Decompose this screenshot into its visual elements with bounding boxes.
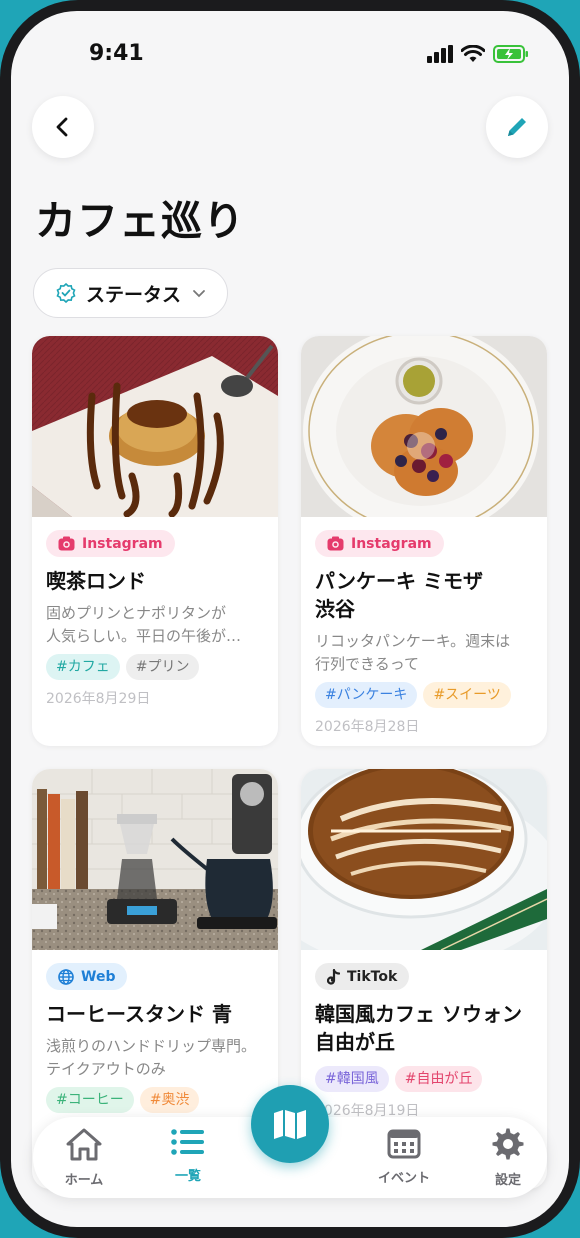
nav-settings[interactable]: 設定 bbox=[468, 1127, 548, 1188]
card-description: 浅煎りのハンドドリップ専門。 テイクアウトのみ bbox=[46, 1035, 264, 1081]
card-title: 韓国風カフェ ソウォン 自由が丘 bbox=[315, 1000, 533, 1056]
tag-chip[interactable]: #韓国風 bbox=[315, 1066, 389, 1092]
card-description-line: 固めプリンとナポリタンが bbox=[46, 604, 227, 622]
source-badge-instagram: Instagram bbox=[46, 530, 175, 557]
nav-list-label: 一覧 bbox=[174, 1169, 201, 1184]
app-screen: 9:41 カフェ巡り ステータス Instagram 喫茶ロンド 固めプリンとナ… bbox=[11, 11, 569, 1227]
chevron-down-icon bbox=[193, 290, 205, 298]
coffee-stand-photo bbox=[32, 769, 278, 950]
source-badge-web: Web bbox=[46, 963, 128, 990]
card-description: リコッタパンケーキ。週末は 行列できるって bbox=[315, 630, 533, 676]
status-time: 9:41 bbox=[89, 41, 144, 66]
page-title: カフェ巡り bbox=[35, 197, 245, 245]
status-filter-label: ステータス bbox=[86, 283, 182, 306]
tag-chip[interactable]: #奥渋 bbox=[139, 1087, 200, 1113]
edit-button[interactable] bbox=[486, 96, 548, 158]
card-title: コーヒースタンド 青 bbox=[46, 1002, 232, 1026]
source-label: Instagram bbox=[351, 535, 432, 552]
nav-home-label: ホーム bbox=[64, 1173, 104, 1188]
nav-home[interactable]: ホーム bbox=[44, 1127, 124, 1188]
card-title-line: パンケーキ ミモザ bbox=[315, 569, 483, 593]
card-title-line: 韓国風カフェ ソウォン bbox=[315, 1002, 522, 1026]
nav-list[interactable]: 一覧 bbox=[148, 1127, 228, 1184]
place-card[interactable]: Instagram 喫茶ロンド 固めプリンとナポリタンが 人気らしい。平日の午後… bbox=[32, 336, 278, 746]
source-badge-instagram: Instagram bbox=[315, 530, 444, 557]
list-icon bbox=[171, 1129, 204, 1155]
map-icon bbox=[274, 1110, 306, 1139]
card-title-line: 自由が丘 bbox=[315, 1030, 395, 1054]
tag-chip[interactable]: #カフェ bbox=[46, 654, 120, 680]
home-icon bbox=[66, 1128, 102, 1161]
tiktok-note-icon bbox=[327, 968, 340, 985]
tag-list: #パンケーキ #スイーツ bbox=[315, 682, 533, 708]
card-title-line: 渋谷 bbox=[315, 597, 355, 621]
card-description: 固めプリンとナポリタンが 人気らしい。平日の午後が… bbox=[46, 602, 264, 648]
tag-list: #カフェ #プリン bbox=[46, 654, 264, 680]
tag-chip[interactable]: #自由が丘 bbox=[394, 1066, 483, 1092]
place-card[interactable]: Instagram パンケーキ ミモザ 渋谷 リコッタパンケーキ。週末は 行列で… bbox=[301, 336, 547, 746]
globe-icon bbox=[58, 968, 74, 985]
cappuccino-photo bbox=[301, 769, 547, 950]
tag-chip[interactable]: #コーヒー bbox=[46, 1087, 134, 1113]
tag-list: #コーヒー #奥渋 bbox=[46, 1087, 264, 1113]
status-icons bbox=[427, 45, 529, 63]
chevron-left-icon bbox=[56, 117, 68, 137]
source-label: Web bbox=[81, 968, 116, 985]
tag-chip[interactable]: #パンケーキ bbox=[315, 682, 418, 708]
pencil-icon bbox=[508, 118, 526, 136]
tag-list: #韓国風 #自由が丘 bbox=[315, 1066, 533, 1092]
card-description-line: 浅煎りのハンドドリップ専門。 bbox=[46, 1037, 257, 1055]
wifi-icon bbox=[461, 45, 485, 62]
tag-chip[interactable]: #スイーツ bbox=[423, 682, 511, 708]
card-title: パンケーキ ミモザ 渋谷 bbox=[315, 567, 533, 623]
pancake-photo bbox=[301, 336, 547, 517]
card-description-line: リコッタパンケーキ。週末は bbox=[315, 632, 511, 650]
card-date: 2026年8月28日 bbox=[315, 719, 420, 735]
tag-chip[interactable]: #プリン bbox=[125, 654, 200, 680]
gear-icon bbox=[492, 1128, 524, 1160]
camera-icon bbox=[327, 536, 344, 551]
source-badge-tiktok: TikTok bbox=[315, 963, 410, 990]
calendar-icon bbox=[387, 1129, 421, 1159]
map-fab-button[interactable] bbox=[251, 1085, 329, 1163]
back-button[interactable] bbox=[32, 96, 94, 158]
verified-badge-icon bbox=[56, 283, 76, 303]
pudding-photo bbox=[32, 336, 278, 517]
card-date: 2026年8月29日 bbox=[46, 691, 151, 707]
status-filter-dropdown[interactable]: ステータス bbox=[33, 268, 228, 318]
card-description-line: 行列できるって bbox=[315, 655, 419, 673]
nav-event-label: イベント bbox=[377, 1171, 430, 1186]
signal-icon bbox=[427, 45, 453, 63]
camera-icon bbox=[58, 536, 75, 551]
card-title: 喫茶ロンド bbox=[46, 569, 146, 593]
nav-settings-label: 設定 bbox=[494, 1173, 521, 1188]
card-description-line: 人気らしい。平日の午後が… bbox=[46, 627, 242, 645]
source-label: Instagram bbox=[82, 535, 163, 552]
nav-event[interactable]: イベント bbox=[364, 1127, 444, 1186]
card-description-line: テイクアウトのみ bbox=[46, 1060, 166, 1078]
battery-charging-icon bbox=[493, 45, 528, 63]
source-label: TikTok bbox=[347, 968, 398, 985]
